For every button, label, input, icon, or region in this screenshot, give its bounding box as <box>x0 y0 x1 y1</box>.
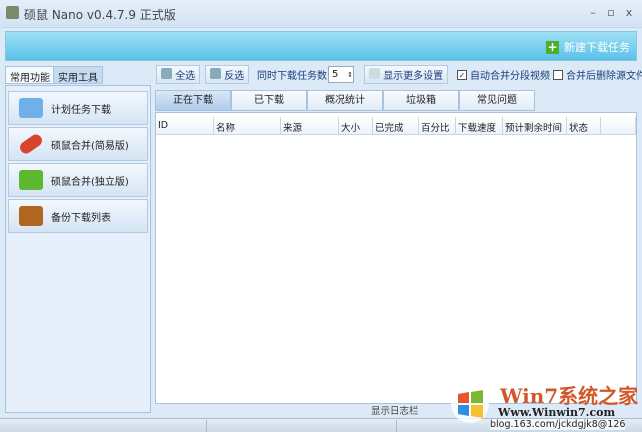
maximize-button[interactable]: ▫ <box>604 6 618 19</box>
tab-common-functions[interactable]: 常用功能 <box>5 66 55 84</box>
new-task-button[interactable]: + 新建下载任务 <box>546 39 630 55</box>
title-bar: 硕鼠 Nano v0.4.7.9 正式版 – ▫ x <box>0 0 642 28</box>
column-header-percent[interactable]: 百分比 <box>419 117 456 134</box>
puzzle-icon <box>19 170 43 190</box>
close-button[interactable]: x <box>622 6 636 19</box>
left-item-label: 计划任务下载 <box>51 104 111 116</box>
column-header-status[interactable]: 状态 <box>567 117 601 134</box>
concurrent-label: 同时下载任务数: <box>257 71 331 82</box>
watermark-blog: blog.163.com/jckdgjk8@126 <box>490 419 626 430</box>
minimize-button[interactable]: – <box>586 6 600 19</box>
invert-label: 反选 <box>224 71 245 82</box>
column-header-size[interactable]: 大小 <box>339 117 373 134</box>
pill-icon <box>17 132 45 156</box>
select-all-icon <box>161 68 172 79</box>
auto-merge-label: 自动合并分段视频 <box>470 71 550 82</box>
show-log-toggle[interactable]: 显示日志栏 <box>371 403 419 417</box>
column-header-speed[interactable]: 下载速度 <box>456 117 503 134</box>
calendar-icon <box>19 98 43 118</box>
app-icon <box>6 6 19 19</box>
stepper-arrows-icon: ⇕ <box>347 70 353 79</box>
more-settings-label: 显示更多设置 <box>383 71 444 82</box>
more-settings-button[interactable]: 显示更多设置 <box>364 65 449 84</box>
left-panel: 计划任务下载 硕鼠合并(简易版) 硕鼠合并(独立版) 备份下载列表 <box>5 85 151 413</box>
tab-downloaded[interactable]: 已下载 <box>231 90 307 111</box>
select-all-label: 全选 <box>175 71 196 82</box>
column-header-blank <box>601 117 636 134</box>
column-header-name[interactable]: 名称 <box>214 117 281 134</box>
tab-statistics[interactable]: 概况统计 <box>307 90 383 111</box>
document-icon <box>369 68 380 79</box>
left-item-merge-simple[interactable]: 硕鼠合并(简易版) <box>8 127 148 161</box>
header-banner: + 新建下载任务 <box>5 31 637 61</box>
left-item-label: 硕鼠合并(简易版) <box>51 140 129 152</box>
left-item-label: 硕鼠合并(独立版) <box>51 176 129 188</box>
delete-after-merge-checkbox[interactable]: 合并后删除源文件 <box>553 66 642 83</box>
watermark-title: Win7系统之家 <box>500 384 639 408</box>
column-header-eta[interactable]: 预计剩余时间 <box>503 117 567 134</box>
tab-trash[interactable]: 垃圾箱 <box>383 90 459 111</box>
tab-faq[interactable]: 常见问题 <box>459 90 535 111</box>
checkbox-box <box>553 69 563 80</box>
auto-merge-checkbox[interactable]: ✓ 自动合并分段视频 <box>457 66 550 83</box>
concurrent-stepper[interactable]: 5 ⇕ <box>328 66 354 83</box>
delete-after-merge-label: 合并后删除源文件 <box>566 71 642 82</box>
invert-icon <box>210 68 221 79</box>
new-task-label: 新建下载任务 <box>564 41 630 54</box>
watermark: Win7系统之家 Www.Winwin7.com blog.163.com/jc… <box>450 380 640 432</box>
download-table[interactable]: ID 名称 来源 大小 已完成 百分比 下载速度 预计剩余时间 状态 <box>155 112 637 404</box>
left-item-scheduled-download[interactable]: 计划任务下载 <box>8 91 148 125</box>
tab-downloading[interactable]: 正在下载 <box>155 90 231 111</box>
watermark-url: Www.Winwin7.com <box>498 406 616 419</box>
concurrent-value: 5 <box>332 69 339 80</box>
window-title: 硕鼠 Nano v0.4.7.9 正式版 <box>24 8 176 22</box>
left-item-backup-list[interactable]: 备份下载列表 <box>8 199 148 233</box>
left-item-label: 备份下载列表 <box>51 212 111 224</box>
checkmark-icon: ✓ <box>457 69 467 80</box>
column-header-id[interactable]: ID <box>156 117 214 134</box>
wallet-icon <box>19 206 43 226</box>
windows-logo-icon <box>451 385 489 423</box>
plus-icon: + <box>546 39 559 54</box>
column-header-completed[interactable]: 已完成 <box>373 117 419 134</box>
table-header: ID 名称 来源 大小 已完成 百分比 下载速度 预计剩余时间 状态 <box>156 117 636 135</box>
column-header-source[interactable]: 来源 <box>281 117 339 134</box>
tab-utilities[interactable]: 实用工具 <box>53 66 103 84</box>
left-item-merge-standalone[interactable]: 硕鼠合并(独立版) <box>8 163 148 197</box>
select-all-button[interactable]: 全选 <box>156 65 201 84</box>
invert-selection-button[interactable]: 反选 <box>205 65 250 84</box>
